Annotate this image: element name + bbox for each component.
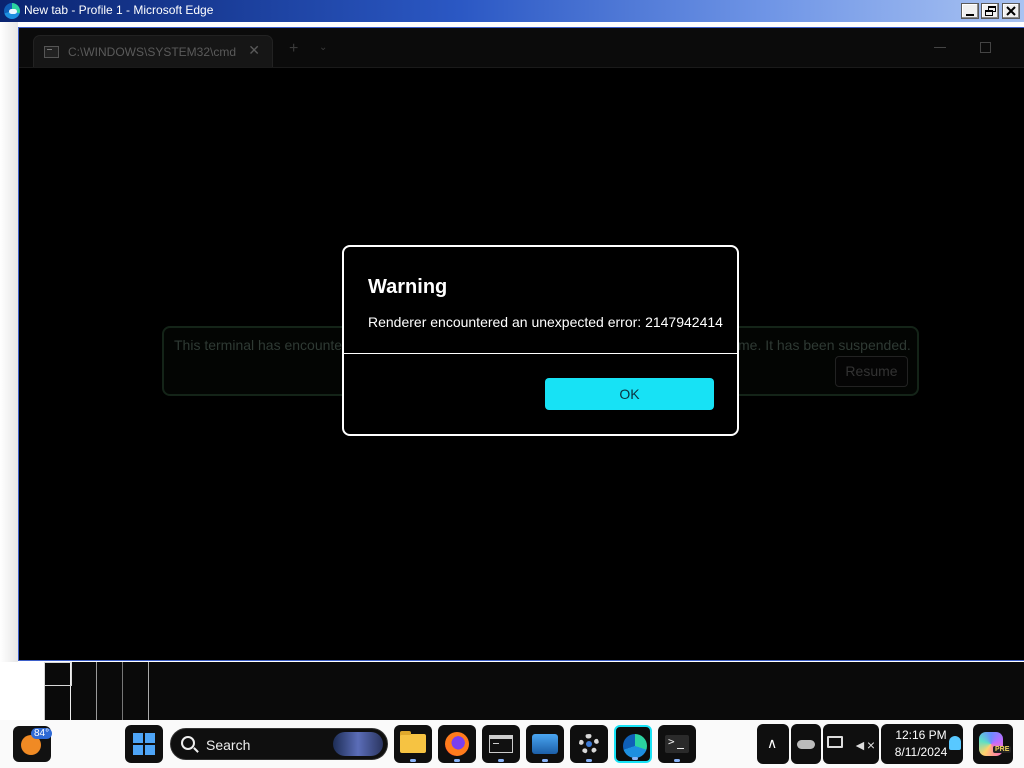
ghost-window	[44, 662, 72, 686]
running-indicator	[674, 759, 680, 762]
tab-close-icon[interactable]: ✕	[248, 42, 260, 59]
terminal-maximize-button[interactable]	[980, 42, 991, 53]
command-prompt-icon	[489, 735, 513, 753]
window-edge	[0, 22, 18, 662]
infobar-message-start: This terminal has encounte	[174, 337, 343, 353]
system-tray: ∧ ◄× 12:16 PM 8/11/2024 PRE	[757, 724, 1019, 764]
search-label: Search	[206, 737, 251, 753]
taskbar-command-prompt[interactable]	[482, 725, 520, 763]
running-indicator	[542, 759, 548, 762]
minimize-button[interactable]	[961, 3, 979, 19]
warning-dialog: Warning Renderer encountered an unexpect…	[342, 245, 739, 436]
window-title: New tab - Profile 1 - Microsoft Edge	[24, 3, 214, 17]
edge-title-bar[interactable]: New tab - Profile 1 - Microsoft Edge	[0, 0, 1024, 22]
terminal-tab[interactable]: C:\WINDOWS\SYSTEM32\cmd ✕	[33, 35, 273, 68]
infobar-message-end: me. It has been suspended.	[738, 337, 911, 353]
notification-button[interactable]	[945, 724, 967, 764]
edge-icon	[4, 3, 20, 19]
terminal-icon	[665, 735, 689, 753]
ok-button[interactable]: OK	[545, 378, 714, 410]
new-tab-button[interactable]: +	[289, 40, 298, 58]
running-indicator	[410, 759, 416, 762]
photos-icon	[532, 734, 558, 754]
copilot-preview-badge: PRE	[993, 746, 1012, 753]
start-button[interactable]	[125, 725, 163, 763]
weather-widget[interactable]: 84°	[13, 726, 53, 762]
edge-icon	[623, 734, 647, 758]
running-indicator	[498, 759, 504, 762]
dialog-message: Renderer encountered an unexpected error…	[368, 314, 723, 330]
bell-icon	[949, 736, 961, 750]
taskbar-settings[interactable]	[570, 725, 608, 763]
background-windows	[44, 662, 1024, 720]
volume-muted-icon: ◄×	[853, 737, 876, 753]
chevron-up-icon: ∧	[767, 735, 778, 751]
terminal-minimize-button[interactable]	[934, 47, 946, 48]
firefox-icon	[445, 732, 469, 756]
resume-button[interactable]: Resume	[835, 356, 908, 387]
taskbar-edge[interactable]	[614, 725, 652, 763]
running-indicator	[632, 757, 638, 760]
running-indicator	[454, 759, 460, 762]
weather-temp: 84°	[31, 728, 53, 739]
search-icon	[181, 736, 195, 750]
taskbar-search[interactable]: Search	[170, 728, 388, 760]
taskbar-terminal[interactable]	[658, 725, 696, 763]
taskbar-photos[interactable]	[526, 725, 564, 763]
show-hidden-icons-button[interactable]: ∧	[757, 724, 789, 764]
cloud-icon	[797, 740, 815, 749]
restore-button[interactable]	[981, 3, 999, 19]
network-icon	[827, 736, 843, 748]
dialog-title: Warning	[368, 276, 448, 298]
dialog-divider	[344, 353, 737, 354]
tab-divider	[19, 67, 1024, 68]
onedrive-button[interactable]	[791, 724, 821, 764]
taskbar-file-explorer[interactable]	[394, 725, 432, 763]
terminal-tab-bar: C:\WINDOWS\SYSTEM32\cmd ✕ + ⌄	[19, 28, 1024, 68]
running-indicator	[586, 759, 592, 762]
copilot-button[interactable]: PRE	[973, 724, 1013, 764]
cmd-icon	[44, 46, 59, 58]
windows-logo-icon	[133, 733, 155, 755]
gear-icon	[579, 734, 599, 754]
folder-icon	[400, 731, 426, 753]
tab-title: C:\WINDOWS\SYSTEM32\cmd	[68, 45, 237, 59]
taskbar-firefox[interactable]	[438, 725, 476, 763]
close-icon	[1006, 6, 1016, 16]
tab-dropdown-icon[interactable]: ⌄	[319, 42, 327, 53]
search-highlight-image	[333, 732, 383, 756]
network-volume-button[interactable]: ◄×	[823, 724, 879, 764]
close-button[interactable]	[1002, 3, 1020, 19]
